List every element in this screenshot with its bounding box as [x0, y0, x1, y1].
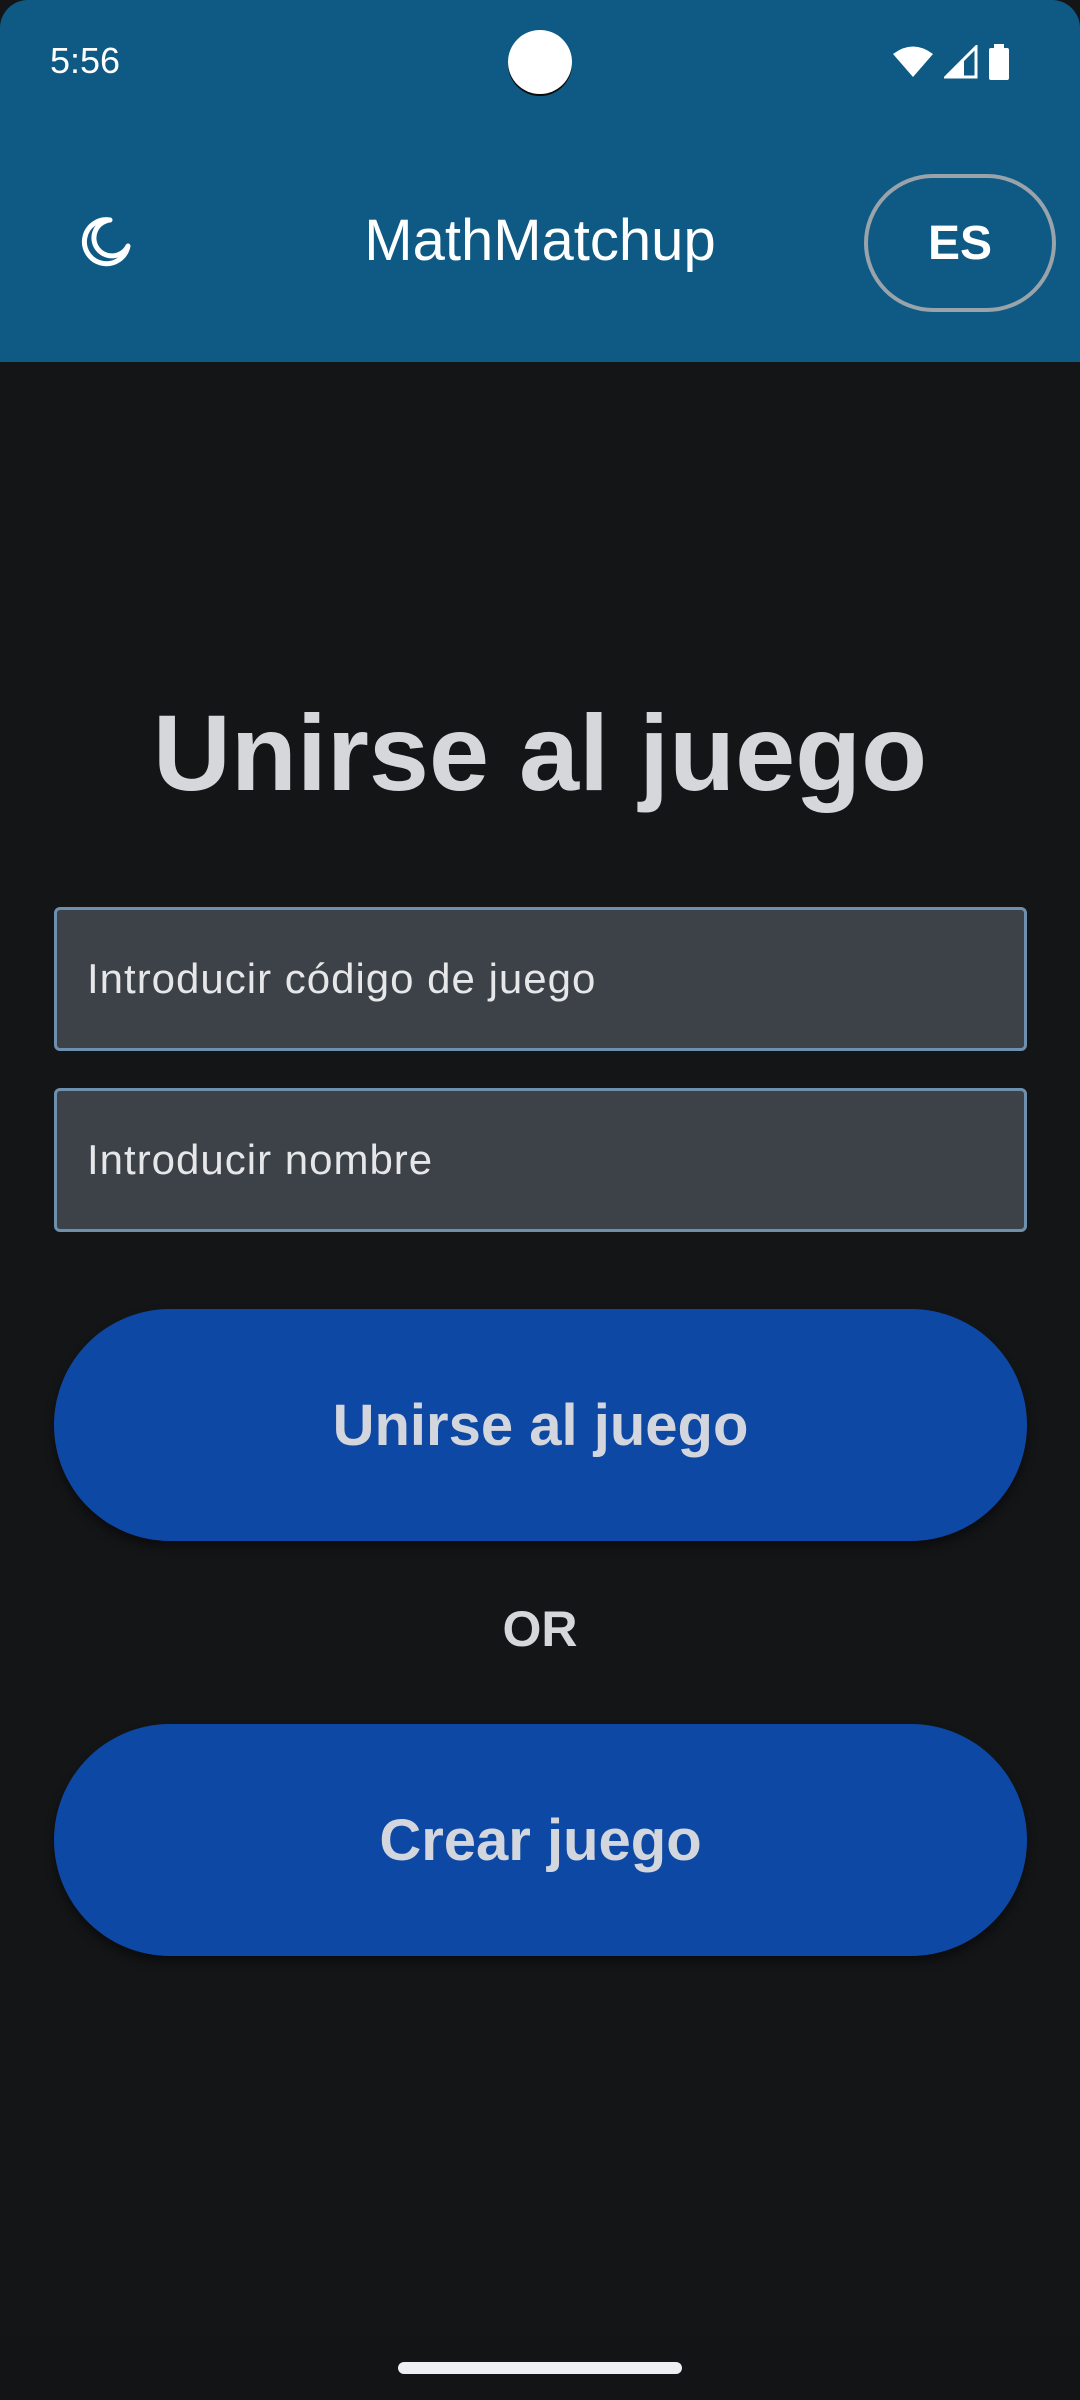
cell-signal-icon: [942, 43, 978, 84]
name-placeholder: Introducir nombre: [87, 1136, 434, 1183]
or-separator: OR: [502, 1601, 578, 1657]
wifi-icon: [892, 45, 934, 84]
camera-cutout: [508, 30, 572, 94]
battery-icon: [988, 44, 1010, 85]
home-indicator[interactable]: [398, 2362, 682, 2374]
language-button[interactable]: ES: [864, 174, 1056, 312]
create-game-button[interactable]: Crear juego: [54, 1724, 1027, 1956]
join-game-button-label: Unirse al juego: [332, 1392, 749, 1458]
game-code-input[interactable]: Introducir código de juego: [54, 907, 1027, 1051]
join-game-button[interactable]: Unirse al juego: [54, 1309, 1027, 1541]
create-game-button-label: Crear juego: [379, 1807, 702, 1873]
name-input[interactable]: Introducir nombre: [54, 1088, 1027, 1232]
screen: 5:56 MathMatchup ES Unirse al juego Intr…: [0, 0, 1080, 2400]
game-code-placeholder: Introducir código de juego: [87, 955, 597, 1002]
status-time: 5:56: [50, 40, 121, 81]
top-app-bar: 5:56 MathMatchup ES: [0, 0, 1080, 362]
status-icons: [892, 43, 1010, 85]
page-heading: Unirse al juego: [152, 692, 928, 813]
